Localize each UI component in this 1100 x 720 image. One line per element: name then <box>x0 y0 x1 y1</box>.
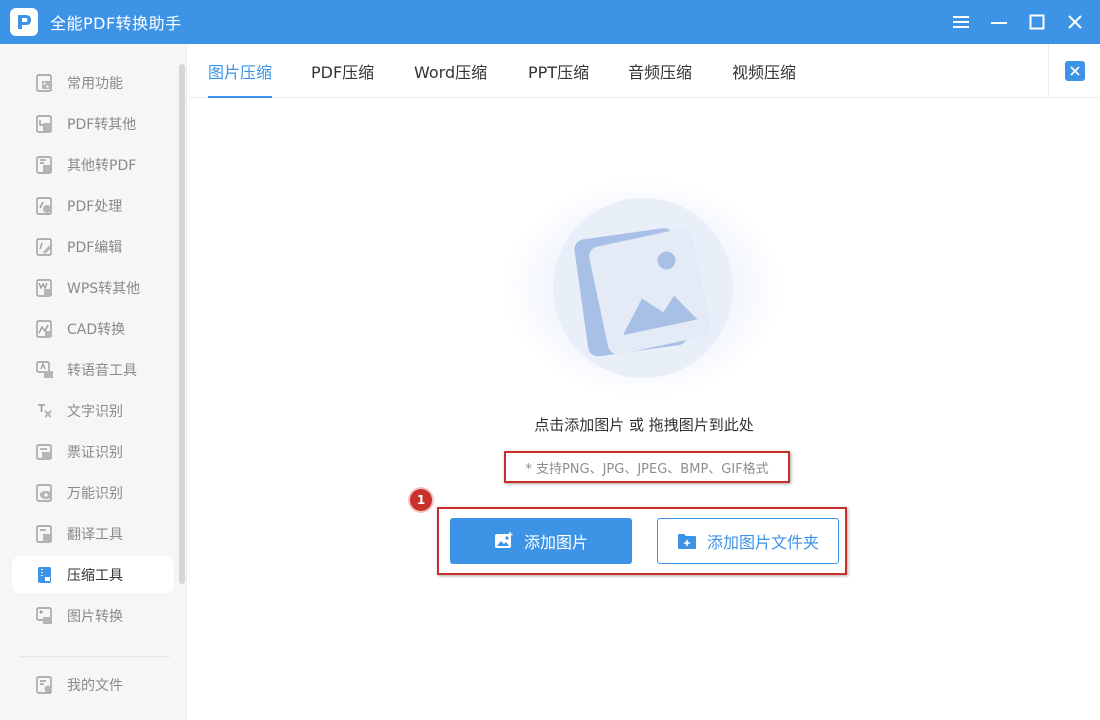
translate-icon <box>34 523 56 545</box>
sidebar-item-ocr[interactable]: 文字识别 <box>12 392 174 430</box>
supported-formats-highlight: * 支持PNG、JPG、JPEG、BMP、GIF格式 <box>504 451 790 483</box>
tab-audio-compress[interactable]: 音频压缩 <box>628 44 692 98</box>
sidebar-item-label: 图片转换 <box>67 609 123 625</box>
add-folder-icon <box>677 532 697 550</box>
eye-scan-icon <box>34 482 56 504</box>
pdf-export-icon <box>34 113 56 135</box>
panel-close-button[interactable] <box>1064 61 1085 81</box>
sidebar: 常用功能 PDF转其他 其他转PDF PDF处理 PDF编辑 WPS转其他 CA… <box>0 44 187 720</box>
add-buttons-highlight: 添加图片 添加图片文件夹 <box>437 507 847 575</box>
tab-label: 图片压缩 <box>208 63 273 82</box>
add-image-button[interactable]: 添加图片 <box>450 518 632 564</box>
add-image-icon <box>494 532 514 550</box>
sidebar-item-ticket[interactable]: 票证识别 <box>12 433 174 471</box>
pdf-import-icon <box>34 154 56 176</box>
title-bar: 全能PDF转换助手 <box>0 0 1100 44</box>
tab-label: PPT压缩 <box>528 63 590 82</box>
sidebar-item-speech[interactable]: 转语音工具 <box>12 351 174 389</box>
sidebar-item-label: 我的文件 <box>67 678 123 694</box>
sidebar-item-label: PDF转其他 <box>67 117 137 133</box>
sidebar-item-label: 文字识别 <box>67 404 123 420</box>
add-image-label: 添加图片 <box>523 533 588 552</box>
tab-label: Word压缩 <box>414 63 488 82</box>
tab-bar: 图片压缩 PDF压缩 Word压缩 PPT压缩 音频压缩 视频压缩 <box>188 44 1100 98</box>
maximize-icon <box>1029 14 1045 30</box>
cad-icon <box>34 318 56 340</box>
app-title: 全能PDF转换助手 <box>50 14 182 33</box>
tab-ppt-compress[interactable]: PPT压缩 <box>528 44 589 98</box>
tab-panel-close <box>1048 44 1100 98</box>
ocr-text-icon <box>34 400 56 422</box>
sidebar-divider <box>20 656 170 657</box>
sidebar-item-label: 票证识别 <box>67 445 123 461</box>
sidebar-item-my-files[interactable]: 我的文件 <box>12 666 174 704</box>
wps-icon <box>34 277 56 299</box>
sidebar-item-cad[interactable]: CAD转换 <box>12 310 174 348</box>
pdf-process-icon <box>34 195 56 217</box>
sidebar-item-other-to-pdf[interactable]: 其他转PDF <box>12 146 174 184</box>
grid-doc-icon <box>34 72 56 94</box>
menu-button[interactable] <box>942 0 980 44</box>
ticket-icon <box>34 441 56 463</box>
tab-label: 视频压缩 <box>732 63 797 82</box>
sidebar-item-label: 转语音工具 <box>67 363 137 379</box>
sidebar-item-compress[interactable]: 压缩工具 <box>12 556 174 594</box>
sidebar-item-translate[interactable]: 翻译工具 <box>12 515 174 553</box>
zip-icon <box>34 564 56 586</box>
sidebar-item-label: PDF编辑 <box>67 240 123 256</box>
add-image-folder-button[interactable]: 添加图片文件夹 <box>657 518 839 564</box>
audio-icon <box>34 359 56 381</box>
tab-label: PDF压缩 <box>311 63 375 82</box>
sidebar-item-pdf-edit[interactable]: PDF编辑 <box>12 228 174 266</box>
tab-label: 音频压缩 <box>628 63 693 82</box>
sidebar-item-common[interactable]: 常用功能 <box>12 64 174 102</box>
tab-video-compress[interactable]: 视频压缩 <box>732 44 796 98</box>
image-placeholder-icon <box>503 178 783 398</box>
minimize-icon <box>991 22 1007 24</box>
sidebar-item-label: 万能识别 <box>67 486 123 502</box>
close-window-button[interactable] <box>1056 0 1094 44</box>
sidebar-item-pdf-process[interactable]: PDF处理 <box>12 187 174 225</box>
tab-image-compress[interactable]: 图片压缩 <box>208 44 273 98</box>
menu-icon <box>953 16 969 28</box>
app-logo-icon <box>10 8 38 36</box>
sidebar-item-label: 其他转PDF <box>67 158 137 174</box>
sidebar-item-image-convert[interactable]: 图片转换 <box>12 597 174 635</box>
close-icon <box>1069 66 1080 76</box>
tab-word-compress[interactable]: Word压缩 <box>414 44 487 98</box>
minimize-button[interactable] <box>980 0 1018 44</box>
sidebar-item-label: 翻译工具 <box>67 527 123 543</box>
supported-formats-text: * 支持PNG、JPG、JPEG、BMP、GIF格式 <box>525 461 769 477</box>
main-panel: 点击添加图片 或 拖拽图片到此处 * 支持PNG、JPG、JPEG、BMP、GI… <box>188 98 1100 720</box>
add-folder-label: 添加图片文件夹 <box>706 533 819 552</box>
my-files-icon <box>34 674 56 696</box>
sidebar-item-wps-to-other[interactable]: WPS转其他 <box>12 269 174 307</box>
step-badge: 1 <box>410 489 432 511</box>
close-icon <box>1068 15 1082 29</box>
maximize-button[interactable] <box>1018 0 1056 44</box>
pdf-edit-icon <box>34 236 56 258</box>
sidebar-item-label: CAD转换 <box>67 322 126 338</box>
sidebar-item-universal-ocr[interactable]: 万能识别 <box>12 474 174 512</box>
sidebar-item-label: PDF处理 <box>67 199 123 215</box>
sidebar-item-label: WPS转其他 <box>67 281 141 297</box>
tab-pdf-compress[interactable]: PDF压缩 <box>311 44 374 98</box>
drop-hint-text: 点击添加图片 或 拖拽图片到此处 <box>534 416 754 434</box>
sidebar-scrollbar[interactable] <box>179 64 185 584</box>
drop-zone-illustration[interactable] <box>503 178 783 398</box>
image-convert-icon <box>34 605 56 627</box>
sidebar-item-pdf-to-other[interactable]: PDF转其他 <box>12 105 174 143</box>
sidebar-item-label: 常用功能 <box>67 76 123 92</box>
sidebar-item-label: 压缩工具 <box>67 568 123 584</box>
